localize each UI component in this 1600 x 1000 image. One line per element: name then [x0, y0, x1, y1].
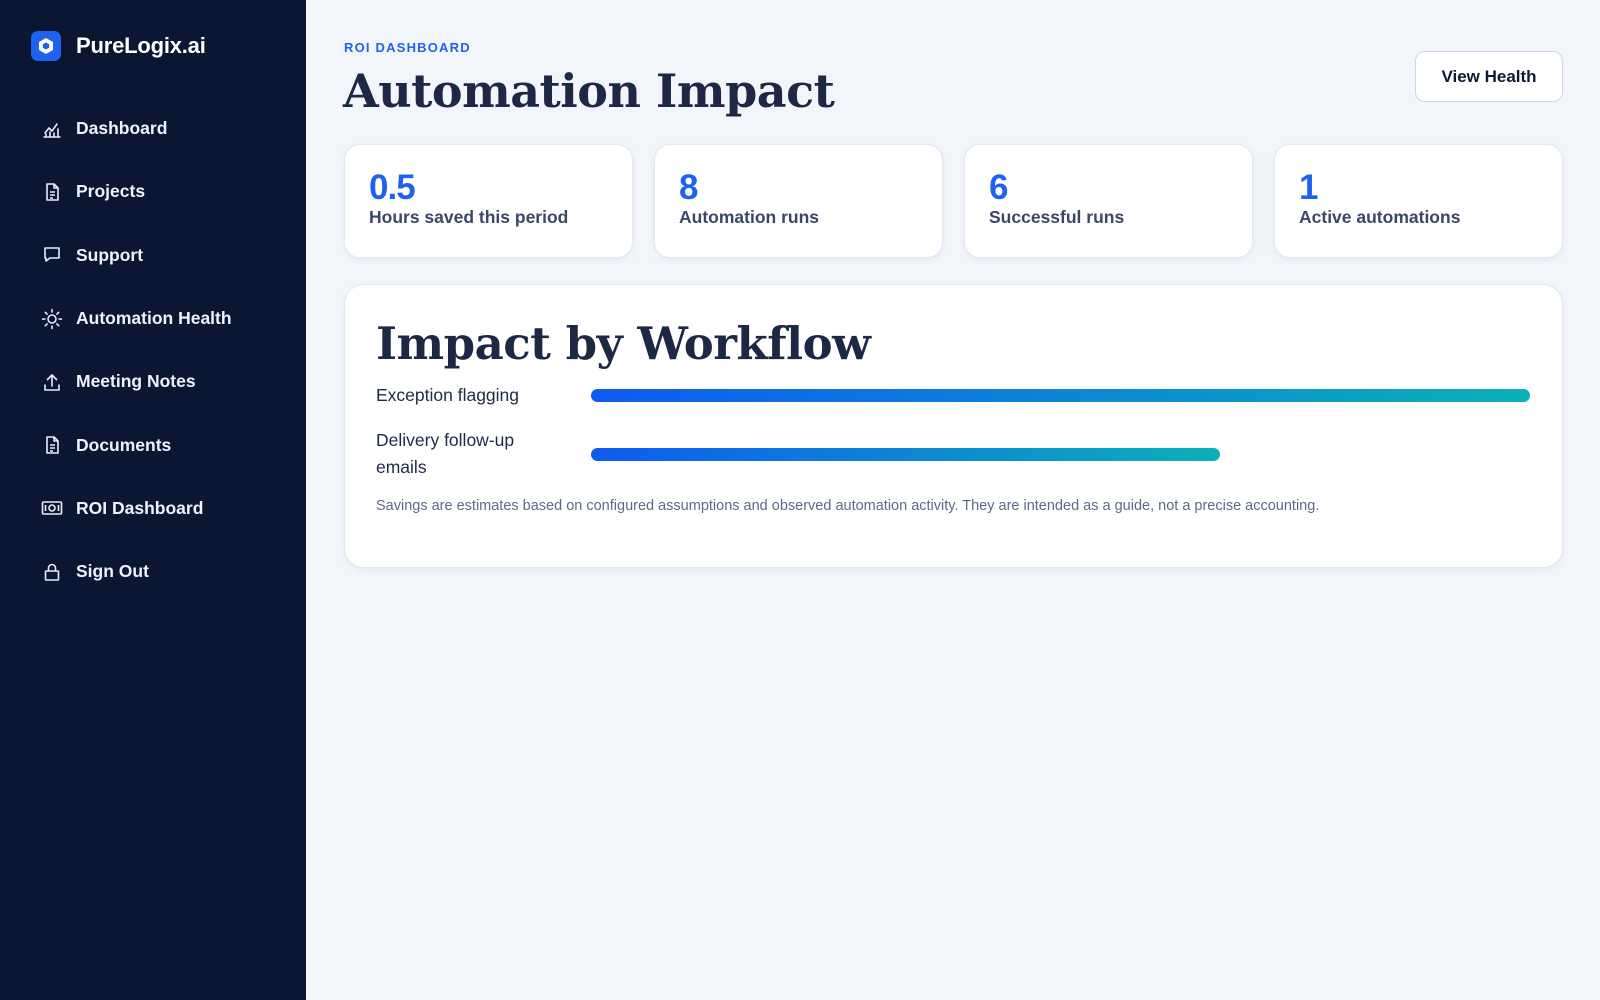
workflow-bar-track: [591, 389, 1530, 402]
brand-name: PureLogix.ai: [76, 33, 206, 58]
sidebar-nav: Dashboard Projects Support Automation He…: [0, 97, 306, 603]
view-health-button[interactable]: View Health: [1415, 51, 1563, 102]
chart-icon: [41, 118, 63, 140]
stat-value: 8: [679, 168, 698, 207]
workflow-bar: [591, 389, 1530, 402]
lock-icon: [41, 561, 63, 583]
sidebar-item-label: Dashboard: [76, 118, 168, 139]
sidebar-item-label: Projects: [76, 181, 146, 202]
stat-card-automation-runs: 8 Automation runs: [654, 144, 943, 258]
sidebar-item-label: Meeting Notes: [76, 371, 196, 392]
sidebar-item-label: Sign Out: [76, 561, 149, 582]
disclaimer-note: Savings are estimates based on configure…: [376, 498, 1320, 514]
stats-row: 0.5 Hours saved this period 8 Automation…: [344, 144, 1563, 258]
eyebrow: ROI DASHBOARD: [344, 40, 471, 55]
sidebar-item-projects[interactable]: Projects: [0, 160, 306, 223]
sidebar-item-roi-dashboard[interactable]: ROI Dashboard: [0, 477, 306, 540]
money-icon: [41, 497, 63, 519]
stat-label: Successful runs: [989, 207, 1125, 227]
page-title: Automation Impact: [343, 64, 835, 118]
stat-value: 6: [989, 168, 1008, 207]
sun-icon: [41, 308, 63, 330]
chat-bubble-icon: [41, 244, 63, 266]
stat-label: Active automations: [1299, 207, 1461, 227]
workflow-bar-track: [591, 448, 1530, 461]
stat-value: 0.5: [369, 168, 416, 207]
logo-icon: [31, 31, 61, 61]
impact-panel: Impact by Workflow Exception flagging De…: [344, 284, 1563, 568]
sidebar-item-automation-health[interactable]: Automation Health: [0, 287, 306, 350]
brand[interactable]: PureLogix.ai: [31, 31, 206, 61]
sidebar-item-sign-out[interactable]: Sign Out: [0, 540, 306, 603]
sidebar-item-label: Documents: [76, 434, 172, 455]
upload-icon: [41, 371, 63, 393]
sidebar-item-label: Automation Health: [76, 308, 232, 329]
main-content: ROI DASHBOARD Automation Impact View Hea…: [306, 0, 1600, 1000]
document-icon: [41, 181, 63, 203]
sidebar-item-support[interactable]: Support: [0, 224, 306, 287]
sidebar: PureLogix.ai Dashboard Projects Support …: [0, 0, 306, 1000]
workflow-label: Delivery follow-up emails: [376, 430, 515, 477]
stat-value: 1: [1299, 168, 1318, 207]
sidebar-item-label: ROI Dashboard: [76, 497, 204, 518]
sidebar-item-meeting-notes[interactable]: Meeting Notes: [0, 350, 306, 413]
stat-card-hours-saved: 0.5 Hours saved this period: [344, 144, 633, 258]
sidebar-item-label: Support: [76, 244, 144, 265]
stat-card-successful-runs: 6 Successful runs: [964, 144, 1253, 258]
impact-title: Impact by Workflow: [376, 317, 871, 370]
sidebar-item-documents[interactable]: Documents: [0, 413, 306, 476]
workflow-bar: [591, 448, 1221, 461]
stat-label: Hours saved this period: [369, 207, 569, 227]
workflow-label: Exception flagging: [376, 385, 520, 405]
document-icon: [41, 434, 63, 456]
stat-card-active-automations: 1 Active automations: [1274, 144, 1563, 258]
sidebar-item-dashboard[interactable]: Dashboard: [0, 97, 306, 160]
stat-label: Automation runs: [679, 207, 819, 227]
